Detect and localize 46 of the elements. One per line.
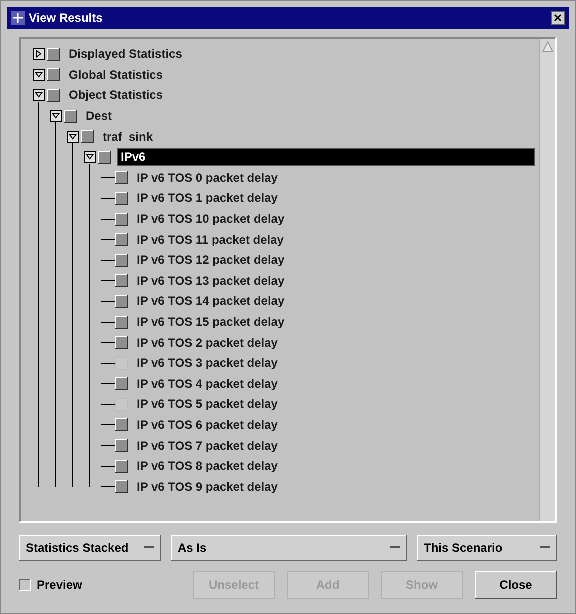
tree-item[interactable]: traf_sink (100, 128, 156, 146)
window-title: View Results (29, 10, 103, 27)
tree-item[interactable]: IP v6 TOS 14 packet delay (134, 292, 288, 310)
tree-item[interactable]: IP v6 TOS 1 packet delay (134, 189, 281, 208)
dropdown[interactable]: Statistics Stacked (19, 535, 161, 561)
tree-item[interactable]: IP v6 TOS 0 packet delay (134, 168, 281, 187)
tree-item[interactable]: IP v6 TOS 9 packet delay (134, 478, 281, 496)
tree-item[interactable]: IP v6 TOS 11 packet delay (134, 230, 287, 249)
node-icon (64, 110, 77, 123)
tree-item[interactable]: Object Statistics (66, 86, 166, 104)
expander-icon[interactable] (33, 68, 45, 81)
tree-item[interactable]: IP v6 TOS 3 packet delay (134, 354, 281, 372)
node-icon (47, 48, 60, 61)
dropdown[interactable]: This Scenario (417, 535, 557, 561)
tree-item[interactable]: IP v6 TOS 2 packet delay (134, 334, 281, 352)
expander-icon[interactable] (33, 48, 45, 60)
preview-checkbox[interactable]: Preview (19, 576, 193, 594)
tree-item[interactable]: IP v6 TOS 4 packet delay (134, 374, 281, 393)
tree-item[interactable]: IP v6 TOS 13 packet delay (134, 272, 288, 290)
tree-item[interactable]: IP v6 TOS 8 packet delay (134, 457, 281, 476)
tree-item[interactable]: Dest (83, 107, 116, 126)
dropdown-icon (144, 545, 154, 551)
expander-icon[interactable] (67, 130, 79, 143)
close-icon[interactable] (551, 11, 565, 25)
dropdown[interactable]: As Is (171, 535, 407, 561)
dropdown-icon (390, 545, 400, 551)
expander-icon[interactable] (33, 89, 45, 102)
tree-item[interactable]: IP v6 TOS 7 packet delay (134, 436, 281, 455)
tree-item[interactable]: IP v6 TOS 10 packet delay (134, 210, 288, 228)
node-icon (47, 68, 60, 82)
window-icon (11, 11, 25, 25)
node-icon (81, 130, 94, 144)
tree-item[interactable]: Displayed Statistics (66, 45, 186, 64)
tree-item[interactable]: IP v6 TOS 15 packet delay (134, 313, 288, 332)
node-icon (98, 150, 111, 164)
expander-icon[interactable] (84, 151, 96, 164)
tree-item[interactable]: IP v6 TOS 12 packet delay (134, 251, 288, 270)
tree-item[interactable]: IP v6 TOS 6 packet delay (134, 416, 281, 434)
tree-item[interactable]: IP v6 TOS 5 packet delay (134, 395, 281, 414)
tree-item[interactable]: Global Statistics (66, 66, 166, 84)
dropdown-icon (540, 545, 550, 551)
scrollbar[interactable] (539, 39, 555, 521)
node-icon (47, 88, 60, 102)
dialog-button[interactable]: Close (475, 571, 557, 599)
tree-item[interactable]: IPv6 (117, 148, 535, 166)
expander-icon[interactable] (50, 110, 62, 122)
